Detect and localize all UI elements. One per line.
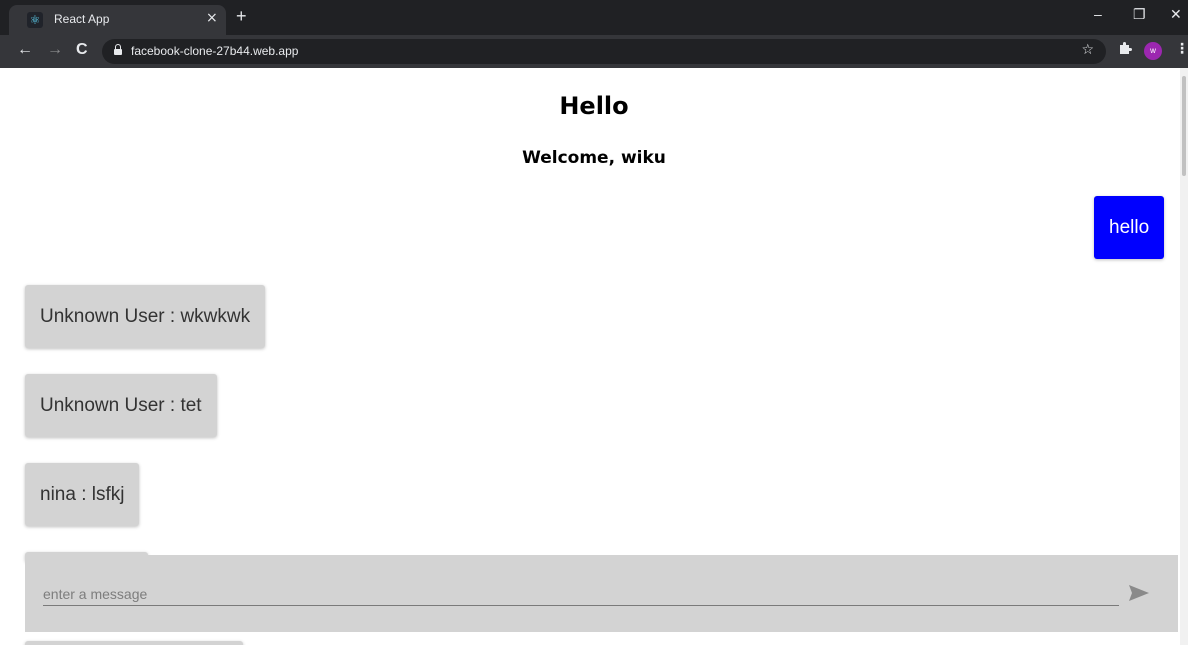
page-title: Hello	[559, 92, 629, 120]
message-input[interactable]	[43, 582, 1119, 606]
browser-tab[interactable]: ⚛ React App ×	[9, 5, 226, 35]
welcome-heading: Welcome, wiku	[522, 148, 666, 168]
profile-avatar[interactable]: w	[1144, 42, 1162, 60]
browser-tab-strip: ⚛ React App × + – ❐ ✕	[0, 0, 1188, 35]
minimize-button[interactable]: –	[1094, 6, 1102, 22]
address-bar-url: facebook-clone-27b44.web.app	[131, 44, 299, 58]
message-bubble: nina : lsfkj	[25, 463, 140, 526]
back-arrow-icon[interactable]: ←	[17, 41, 33, 59]
page-scrollbar[interactable]	[1180, 68, 1188, 645]
message-bubble: Unknown User : tet	[25, 374, 217, 437]
bookmark-star-icon[interactable]: ☆	[1081, 42, 1094, 58]
browser-menu-icon[interactable]: ⋮	[1175, 41, 1188, 57]
address-bar[interactable]: facebook-clone-27b44.web.app ☆	[102, 39, 1106, 64]
extensions-puzzle-icon[interactable]	[1118, 41, 1132, 55]
lock-icon	[114, 44, 122, 55]
page-content: Hello Welcome, wiku hello Unknown User :…	[0, 68, 1188, 645]
forward-arrow-icon[interactable]: →	[47, 41, 63, 59]
reload-icon[interactable]: C	[76, 41, 88, 59]
new-tab-button[interactable]: +	[236, 6, 247, 27]
tab-close-icon[interactable]: ×	[206, 10, 218, 26]
close-window-button[interactable]: ✕	[1170, 6, 1182, 23]
restore-button[interactable]: ❐	[1133, 6, 1146, 23]
message-bubble-partial	[25, 641, 243, 645]
react-logo-icon: ⚛	[27, 12, 43, 28]
browser-toolbar: ← → C facebook-clone-27b44.web.app ☆	[0, 35, 1188, 68]
message-bubble-own: hello	[1094, 196, 1165, 259]
message-composer	[25, 555, 1178, 632]
message-bubble: Unknown User : wkwkwk	[25, 285, 266, 348]
scrollbar-thumb[interactable]	[1182, 76, 1186, 176]
tab-title: React App	[54, 12, 110, 26]
send-icon[interactable]	[1128, 583, 1150, 603]
